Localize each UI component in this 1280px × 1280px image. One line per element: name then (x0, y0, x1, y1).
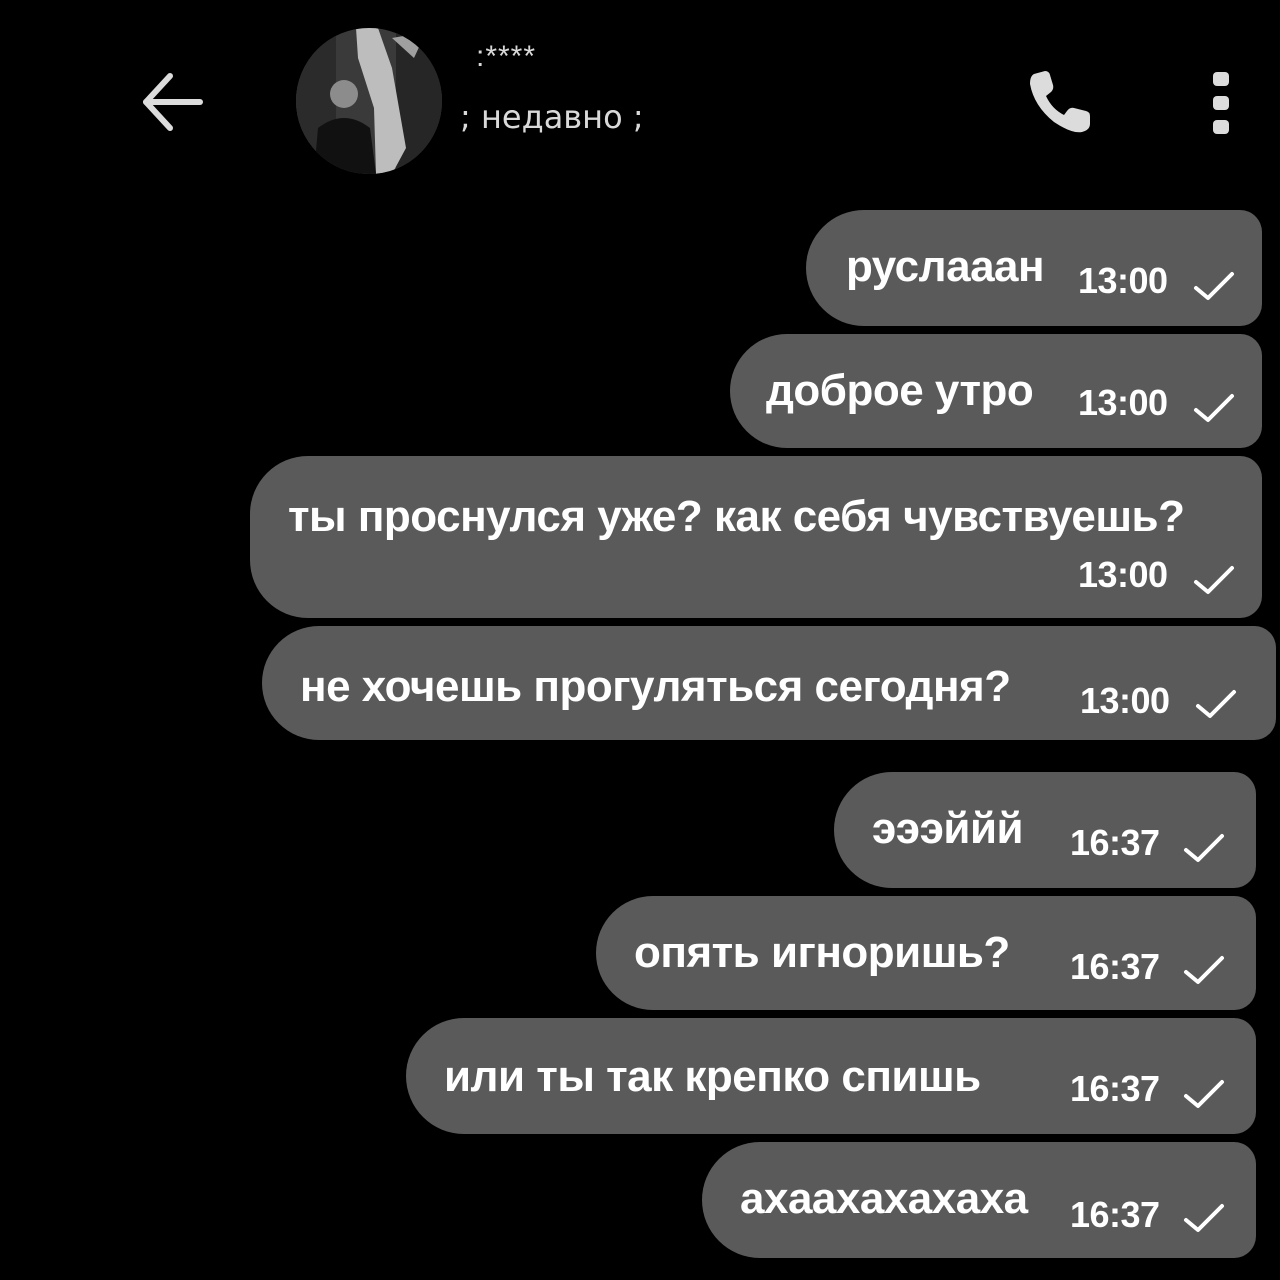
message-bubble[interactable]: руслааан 13:00 (806, 210, 1262, 326)
check-icon (1194, 566, 1234, 594)
message-text: ты проснулся уже? как себя чувствуешь? (288, 492, 1185, 541)
message-text: руслааан (846, 242, 1045, 291)
message-time: 13:00 (1078, 260, 1168, 301)
check-icon (1194, 394, 1234, 422)
message-time: 13:00 (1078, 554, 1168, 595)
message-time: 13:00 (1080, 680, 1170, 721)
message-text: ахаахахахаха (740, 1174, 1028, 1223)
more-vertical-icon (1213, 72, 1229, 134)
message-text: опять игноришь? (634, 928, 1010, 977)
avatar[interactable] (296, 28, 442, 174)
message-bubble[interactable]: доброе утро 13:00 (730, 334, 1262, 448)
check-icon (1184, 956, 1224, 984)
message-time: 13:00 (1078, 382, 1168, 423)
check-icon (1184, 1204, 1224, 1232)
message-bubble[interactable]: или ты так крепко спишь 16:37 (406, 1018, 1256, 1134)
message-time: 16:37 (1070, 946, 1160, 987)
check-icon (1196, 690, 1236, 718)
message-time: 16:37 (1070, 1068, 1160, 1109)
more-menu-button[interactable] (1196, 70, 1246, 136)
check-icon (1184, 834, 1224, 862)
last-seen-status: ; недавно ; (460, 98, 644, 136)
contact-name[interactable]: :**** (476, 40, 536, 74)
avatar-image (296, 28, 442, 174)
phone-icon (1030, 71, 1090, 133)
message-time: 16:37 (1070, 822, 1160, 863)
check-icon (1194, 272, 1234, 300)
chat-screen: :**** ; недавно ; руслааан 13:00 доброе … (0, 0, 1280, 1280)
message-bubble[interactable]: опять игноришь? 16:37 (596, 896, 1256, 1010)
message-time: 16:37 (1070, 1194, 1160, 1235)
message-text: или ты так крепко спишь (444, 1052, 981, 1101)
message-text: не хочешь прогуляться сегодня? (300, 662, 1011, 711)
call-button[interactable] (1024, 66, 1096, 138)
message-bubble[interactable]: эээййй 16:37 (834, 772, 1256, 888)
message-bubble[interactable]: ахаахахахаха 16:37 (702, 1142, 1256, 1258)
message-text: доброе утро (766, 366, 1034, 415)
message-bubble[interactable]: не хочешь прогуляться сегодня? 13:00 (262, 626, 1276, 740)
arrow-left-icon (143, 73, 203, 131)
message-text: эээййй (872, 804, 1024, 853)
message-bubble[interactable]: ты проснулся уже? как себя чувствуешь? 1… (250, 456, 1262, 618)
check-icon (1184, 1080, 1224, 1108)
back-button[interactable] (138, 70, 206, 134)
